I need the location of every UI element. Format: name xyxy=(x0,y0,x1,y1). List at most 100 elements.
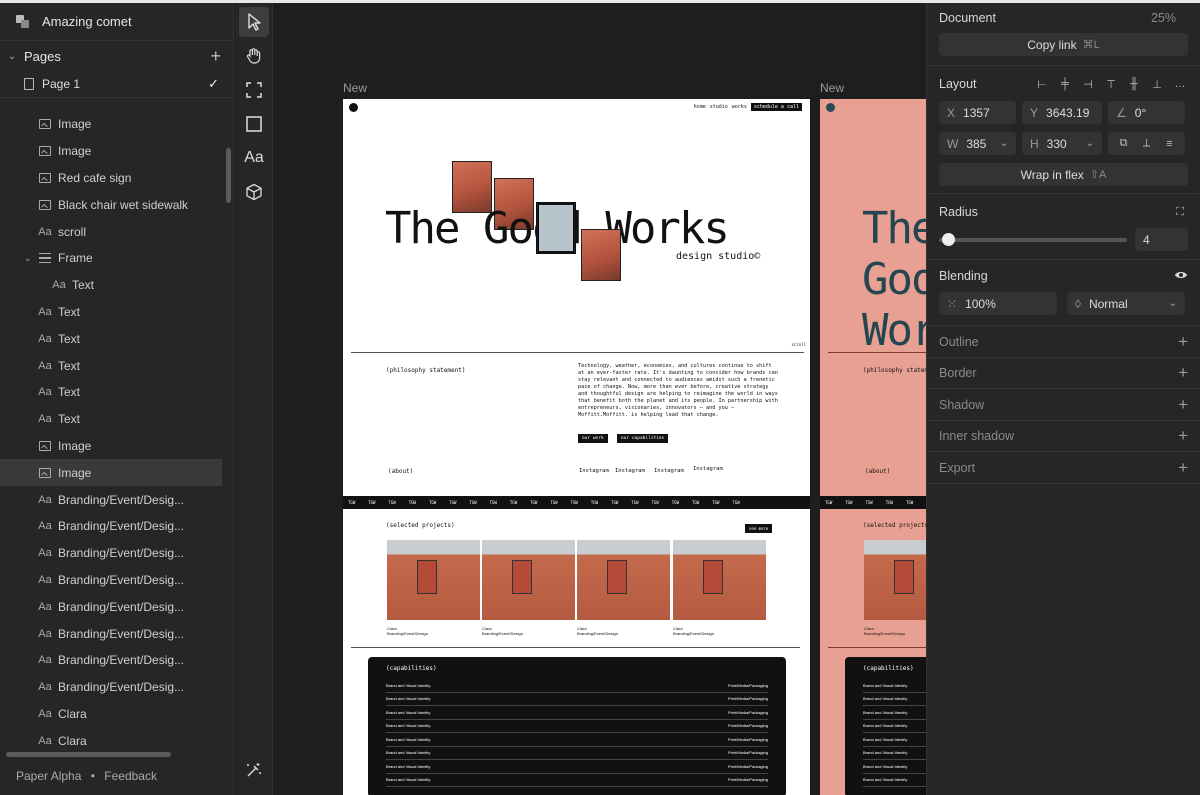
chevron-down-icon[interactable]: ⌄ xyxy=(8,51,24,62)
hero-image-3[interactable] xyxy=(536,202,576,254)
layer-row[interactable]: Aa Branding/Event/Desig... xyxy=(0,513,222,540)
blend-mode-select[interactable]: ◊ Normal ⌄ xyxy=(1067,292,1185,315)
layer-row[interactable]: Aa Branding/Event/Desig... xyxy=(0,486,222,513)
copy-link-button[interactable]: Copy link ⌘L xyxy=(939,33,1188,56)
layer-row[interactable]: Image xyxy=(0,138,222,165)
add-border-icon[interactable]: + xyxy=(1178,363,1188,383)
project-caption-1[interactable]: Clara Branding/Event/Design xyxy=(387,626,428,636)
y-field[interactable]: Y 3643.19 xyxy=(1022,101,1102,124)
magic-tool[interactable] xyxy=(239,755,269,785)
opacity-field[interactable]: ⁙ 100% xyxy=(939,292,1057,315)
outline-section[interactable]: Outline + xyxy=(927,326,1200,358)
component-tool[interactable] xyxy=(239,177,269,207)
text-tool[interactable]: Aa xyxy=(239,143,269,173)
philosophy-text[interactable]: Technology, weather, economies, and cult… xyxy=(578,363,778,419)
layer-row[interactable]: Aa Branding/Event/Desig... xyxy=(0,620,222,647)
artboard-2[interactable]: The Good Works (philosophy statement) (a… xyxy=(820,99,926,795)
app-name-link[interactable]: Paper Alpha xyxy=(16,769,81,783)
selected-projects-label[interactable]: (selected projects) xyxy=(863,522,926,529)
inner-shadow-section[interactable]: Inner shadow + xyxy=(927,421,1200,452)
artboard-1[interactable]: home studio works schedule a call The Go… xyxy=(343,99,810,795)
layer-row[interactable]: Red cafe sign xyxy=(0,165,222,192)
about-label[interactable]: (about) xyxy=(865,468,890,475)
project-image-2[interactable] xyxy=(482,540,575,620)
ticker-strip[interactable]: TGWTGWTGWTGWTGWTGWTGWTGWTGWTGWTGWTGWTGWT… xyxy=(343,496,810,509)
eye-icon[interactable] xyxy=(1174,267,1188,285)
hero-headline[interactable]: The Good Works xyxy=(862,203,926,356)
shadow-section[interactable]: Shadow + xyxy=(927,389,1200,421)
capabilities-section[interactable]: (capabilities) Brand and Visual Identity… xyxy=(368,657,786,795)
project-image-3[interactable] xyxy=(577,540,670,620)
nav-cta[interactable]: schedule a call xyxy=(750,103,802,111)
layer-row[interactable]: Aa Text xyxy=(0,379,222,406)
philosophy-label[interactable]: (philosophy statement) xyxy=(386,367,465,374)
capabilities-section[interactable]: (capabilities) Brand and Visual Identity… xyxy=(845,657,926,795)
our-work-button[interactable]: our work xyxy=(578,434,608,443)
feedback-link[interactable]: Feedback xyxy=(104,769,157,783)
add-inner-shadow-icon[interactable]: + xyxy=(1178,426,1188,446)
layer-row[interactable]: Aa Branding/Event/Desig... xyxy=(0,540,222,567)
layer-row[interactable]: Aa Text xyxy=(0,352,222,379)
layer-row[interactable]: Image xyxy=(0,433,222,460)
social-link[interactable]: Instagram xyxy=(654,468,684,474)
align-left-icon[interactable]: ⊢ xyxy=(1034,76,1050,92)
layer-row[interactable]: Aa Clara xyxy=(0,727,222,751)
philosophy-label[interactable]: (philosophy statement) xyxy=(863,367,926,374)
social-link[interactable]: Instagram xyxy=(615,468,645,474)
ticker-strip[interactable]: TGWTGWTGWTGWTGWTGWTGWTGWTGWTGWTGWTGWTGWT… xyxy=(820,496,926,509)
radius-slider[interactable] xyxy=(939,228,1127,251)
layer-row[interactable]: Black chair wet sidewalk xyxy=(0,191,222,218)
text-align-icon[interactable]: ≡ xyxy=(1162,136,1178,152)
scroll-label[interactable]: scroll xyxy=(792,342,806,347)
social-link[interactable]: Instagram xyxy=(579,468,609,474)
rectangle-tool[interactable] xyxy=(239,109,269,139)
layer-row[interactable]: Aa Text xyxy=(0,406,222,433)
canvas[interactable]: New New home studio works schedule a cal… xyxy=(274,3,926,795)
align-bottom-icon[interactable]: ⊥ xyxy=(1149,76,1165,92)
add-outline-icon[interactable]: + xyxy=(1178,332,1188,352)
see-more-button[interactable]: see more xyxy=(745,524,773,533)
page-item-1[interactable]: Page 1 ✓ xyxy=(0,71,233,98)
layer-row[interactable]: ⌄ Frame xyxy=(0,245,222,272)
select-tool[interactable] xyxy=(239,7,269,37)
layer-row[interactable]: Aa Text xyxy=(0,325,222,352)
export-section[interactable]: Export + xyxy=(927,452,1200,484)
project-image-4[interactable] xyxy=(673,540,766,620)
align-top-icon[interactable]: ⊤ xyxy=(1103,76,1119,92)
social-link[interactable]: Instagram xyxy=(693,466,723,472)
hero-image-4[interactable] xyxy=(581,229,621,281)
layer-row[interactable]: Aa Text xyxy=(0,299,222,326)
layer-row[interactable]: Aa Branding/Event/Desig... xyxy=(0,647,222,674)
border-section[interactable]: Border + xyxy=(927,358,1200,389)
align-center-h-icon[interactable]: ╪ xyxy=(1057,76,1073,92)
zoom-level[interactable]: 25% xyxy=(1151,11,1176,25)
project-image-1[interactable] xyxy=(864,540,926,620)
pages-header[interactable]: ⌄ Pages + xyxy=(0,41,233,71)
hero-subline[interactable]: design studio© xyxy=(676,251,760,262)
artboard-label-1[interactable]: New xyxy=(343,81,367,95)
add-page-icon[interactable]: + xyxy=(210,46,221,67)
height-field[interactable]: H 330 ⌄ xyxy=(1022,132,1102,155)
layers-vertical-scrollbar[interactable] xyxy=(226,148,231,203)
align-right-icon[interactable]: ⊣ xyxy=(1080,76,1096,92)
more-icon[interactable]: … xyxy=(1172,76,1188,92)
layers-horizontal-scrollbar[interactable] xyxy=(6,752,171,757)
lock-ratio-icon[interactable]: ⧉ xyxy=(1116,136,1132,152)
our-capabilities-button[interactable]: our capabilities xyxy=(617,434,669,443)
project-caption-2[interactable]: Clara Branding/Event/Design xyxy=(482,626,523,636)
layer-row[interactable]: Aa Text xyxy=(0,272,222,299)
x-field[interactable]: X 1357 xyxy=(939,101,1016,124)
hand-tool[interactable] xyxy=(239,41,269,71)
nav-works[interactable]: works xyxy=(732,104,747,110)
selected-projects-label[interactable]: (selected projects) xyxy=(386,522,455,529)
align-center-v-icon[interactable]: ╫ xyxy=(1126,76,1142,92)
project-header[interactable]: Amazing comet xyxy=(0,3,233,41)
width-field[interactable]: W 385 ⌄ xyxy=(939,132,1016,155)
layer-row[interactable]: Image xyxy=(0,111,222,138)
layer-row[interactable]: Aa Branding/Event/Desig... xyxy=(0,593,222,620)
layer-row[interactable]: Aa Clara xyxy=(0,701,222,728)
nav-home[interactable]: home xyxy=(694,104,706,110)
clip-icon[interactable]: ⟂ xyxy=(1139,136,1155,152)
nav-studio[interactable]: studio xyxy=(710,104,728,110)
slider-knob[interactable] xyxy=(942,233,956,246)
